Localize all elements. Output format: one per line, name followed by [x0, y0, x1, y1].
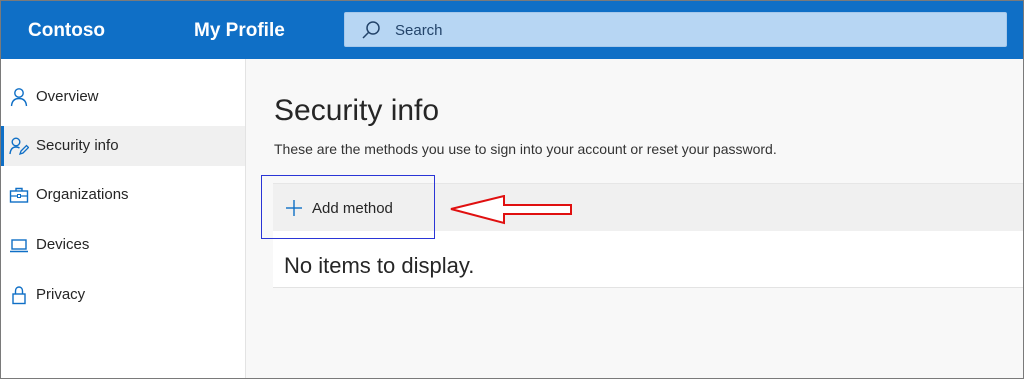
app-title[interactable]: My Profile [194, 20, 285, 42]
sidebar-item-label: Overview [36, 88, 99, 105]
briefcase-icon [9, 187, 29, 203]
sidebar-item-overview[interactable]: Overview [1, 77, 245, 117]
sidebar-item-organizations[interactable]: Organizations [1, 175, 245, 215]
sidebar-item-security-info[interactable]: Security info [1, 126, 245, 166]
sidebar-nav: Overview Security info Organizations Dev… [1, 59, 246, 378]
sidebar-item-privacy[interactable]: Privacy [1, 275, 245, 315]
search-placeholder: Search [395, 22, 443, 39]
app-window: Contoso My Profile Search Overview Secur… [0, 0, 1024, 379]
page-description: These are the methods you use to sign in… [274, 141, 777, 157]
sidebar-item-devices[interactable]: Devices [1, 225, 245, 265]
methods-list: No items to display. [273, 231, 1023, 288]
person-icon [10, 88, 28, 107]
laptop-icon [10, 239, 28, 253]
search-box[interactable]: Search [344, 12, 1007, 47]
sidebar-item-label: Privacy [36, 286, 86, 303]
search-icon [362, 21, 380, 39]
page-title: Security info [274, 94, 440, 127]
sidebar-item-label: Devices [36, 236, 90, 253]
security-info-icon [9, 137, 29, 156]
sidebar-item-label: Organizations [36, 186, 129, 203]
top-header-bar: Contoso My Profile Search [1, 1, 1023, 59]
red-arrow-annotation [450, 195, 572, 225]
lock-icon [12, 286, 26, 305]
highlight-box-annotation [261, 175, 435, 239]
empty-list-message: No items to display. [284, 253, 475, 278]
sidebar-item-label: Security info [36, 137, 119, 154]
brand-name[interactable]: Contoso [28, 20, 105, 42]
